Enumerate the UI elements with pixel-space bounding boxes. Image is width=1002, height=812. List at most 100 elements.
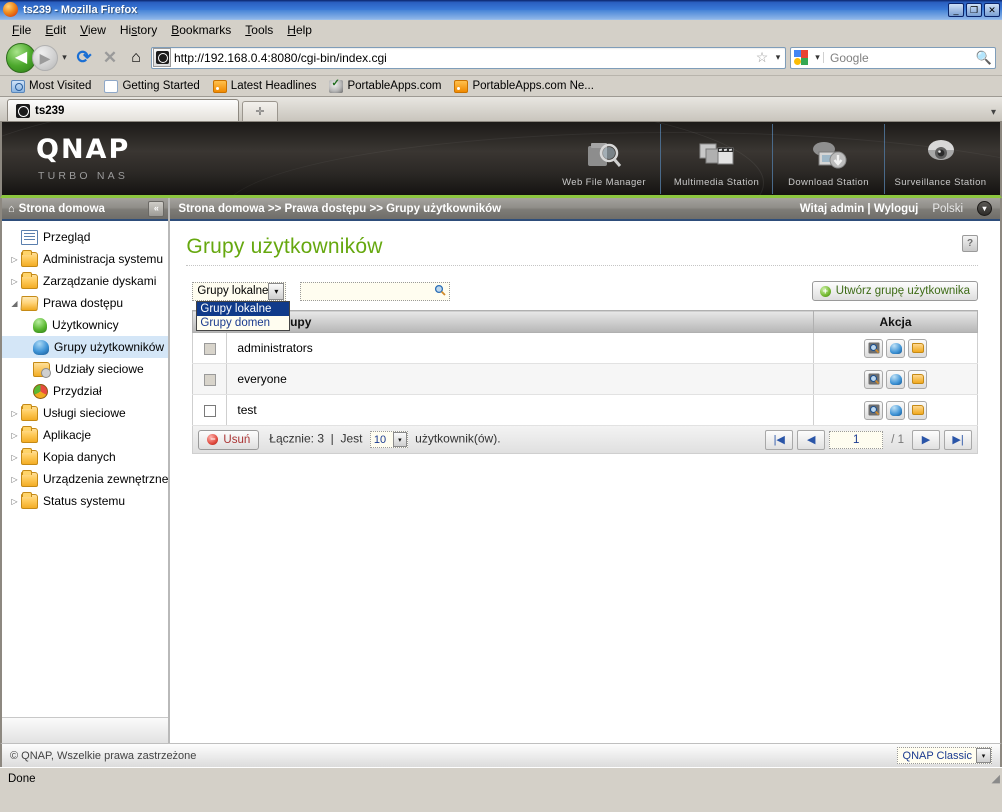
sidebar-item-urzadzenia-zewnetrzne[interactable]: ▷ Urządzenia zewnętrzne xyxy=(2,468,168,490)
menu-item-view[interactable]: View xyxy=(73,21,113,39)
sidebar-item-uslugi-sieciowe[interactable]: ▷ Usługi sieciowe xyxy=(2,402,168,424)
close-button[interactable]: ✕ xyxy=(984,3,1000,17)
row-checkbox[interactable] xyxy=(203,342,216,355)
group-filter-select[interactable]: Grupy lokalne ▾ xyxy=(192,281,287,301)
reload-button[interactable]: ⟳ xyxy=(71,45,97,71)
group-name-header[interactable]: Nazwa grupy xyxy=(226,310,815,333)
sidebar-item-zarzadzanie-dyskami[interactable]: ▷ Zarządzanie dyskami xyxy=(2,270,168,292)
prev-page-button[interactable]: ◀ xyxy=(797,429,826,450)
bookmark-portableapps-news[interactable]: PortableApps.com Ne... xyxy=(449,79,598,94)
chevron-down-icon[interactable]: ▾ xyxy=(392,432,407,447)
search-engine-chevron-icon[interactable]: ▾ xyxy=(812,52,824,63)
station-web-file-manager[interactable]: Web File Manager xyxy=(548,124,660,194)
next-page-button[interactable]: ▶ xyxy=(912,429,941,450)
chevron-down-icon[interactable]: ▾ xyxy=(58,52,71,63)
chevron-right-icon[interactable]: ▷ xyxy=(8,277,21,286)
view-details-icon[interactable] xyxy=(864,338,884,358)
chevron-right-icon[interactable]: ▷ xyxy=(8,431,21,440)
menu-item-bookmarks[interactable]: Bookmarks xyxy=(164,21,238,39)
forward-button[interactable]: ▶ xyxy=(32,44,58,71)
view-details-icon[interactable] xyxy=(864,369,884,389)
chevron-down-icon[interactable]: ◢ xyxy=(8,299,21,308)
row-checkbox[interactable] xyxy=(203,404,216,417)
sidebar-item-status-systemu[interactable]: ▷ Status systemu xyxy=(2,490,168,512)
bookmark-getting-started[interactable]: Getting Started xyxy=(99,79,204,94)
table-row[interactable]: test xyxy=(192,394,979,426)
menu-item-edit[interactable]: Edit xyxy=(38,21,73,39)
chevron-right-icon[interactable]: ▷ xyxy=(8,409,21,418)
google-icon[interactable] xyxy=(793,49,810,66)
delete-button[interactable]: − Usuń xyxy=(198,429,260,450)
chevron-right-icon[interactable]: ▷ xyxy=(8,255,21,264)
search-bar[interactable]: ▾ Google 🔍 xyxy=(790,46,996,69)
maximize-button[interactable]: ❐ xyxy=(966,3,982,17)
edit-share-folder-icon[interactable] xyxy=(908,369,928,389)
new-tab-button[interactable]: ✛ xyxy=(242,101,278,121)
url-input[interactable]: http://192.168.0.4:8080/cgi-bin/index.cg… xyxy=(174,51,753,65)
chevron-right-icon[interactable]: ▷ xyxy=(8,453,21,462)
station-download[interactable]: Download Station xyxy=(772,124,884,194)
row-checkbox-cell[interactable] xyxy=(192,363,228,395)
url-bar[interactable]: http://192.168.0.4:8080/cgi-bin/index.cg… xyxy=(151,46,786,69)
page-size-select[interactable]: 10 ▾ xyxy=(369,431,408,448)
resize-grip-icon[interactable]: ◢ xyxy=(992,772,1000,785)
menu-item-history[interactable]: History xyxy=(113,21,164,39)
sidebar-item-przydzial[interactable]: Przydział xyxy=(2,380,168,402)
chevron-right-icon[interactable]: ▷ xyxy=(8,475,21,484)
menu-item-tools[interactable]: Tools xyxy=(238,21,280,39)
create-group-button[interactable]: + Utwórz grupę użytkownika xyxy=(811,281,979,301)
language-chevron-down-icon[interactable]: ▾ xyxy=(977,201,993,216)
help-button[interactable]: ? xyxy=(962,235,979,252)
sidebar-item-przeglad[interactable]: Przegląd xyxy=(2,226,168,248)
first-page-button[interactable]: |◀ xyxy=(765,429,794,450)
edit-share-folder-icon[interactable] xyxy=(908,400,928,420)
search-field[interactable] xyxy=(300,281,451,301)
sidebar-item-grupy-uzytkownikow[interactable]: Grupy użytkowników xyxy=(2,336,169,358)
menu-item-help[interactable]: Help xyxy=(280,21,319,39)
station-multimedia[interactable]: Multimedia Station xyxy=(660,124,772,194)
stop-button[interactable]: ✕ xyxy=(97,45,123,71)
bookmark-latest-headlines[interactable]: Latest Headlines xyxy=(208,79,322,94)
station-surveillance[interactable]: Surveillance Station xyxy=(884,124,996,194)
chevron-down-icon[interactable]: ▾ xyxy=(268,282,285,300)
chevron-right-icon[interactable]: ▷ xyxy=(8,497,21,506)
row-checkbox-cell[interactable] xyxy=(192,394,228,426)
edit-members-icon[interactable] xyxy=(886,338,906,358)
sidebar-item-prawa-dostepu[interactable]: ◢ Prawa dostępu xyxy=(2,292,168,314)
greeting-logout[interactable]: Witaj admin | Wyloguj xyxy=(800,203,919,215)
view-details-icon[interactable] xyxy=(864,400,884,420)
language-label[interactable]: Polski xyxy=(932,203,963,215)
bookmark-star-icon[interactable]: ☆ xyxy=(753,49,771,66)
edit-members-icon[interactable] xyxy=(886,369,906,389)
skin-select[interactable]: QNAP Classic ▾ xyxy=(896,747,992,764)
last-page-button[interactable]: ▶| xyxy=(944,429,973,450)
table-row[interactable]: everyone xyxy=(192,363,979,395)
row-checkbox-cell[interactable] xyxy=(192,332,228,364)
group-filter-dropdown[interactable]: Grupy lokalne Grupy domen xyxy=(196,300,291,331)
edit-share-folder-icon[interactable] xyxy=(908,338,928,358)
sidebar-item-administracja-systemu[interactable]: ▷ Administracja systemu xyxy=(2,248,168,270)
tab-ts239[interactable]: ts239 xyxy=(7,99,239,121)
row-checkbox[interactable] xyxy=(203,373,216,386)
current-page-input[interactable]: 1 xyxy=(829,430,884,449)
search-magnifier-icon[interactable] xyxy=(433,284,447,299)
home-button[interactable]: ⌂ xyxy=(123,45,149,71)
bookmark-most-visited[interactable]: Most Visited xyxy=(6,79,96,94)
sidebar-item-udzialy-sieciowe[interactable]: Udziały sieciowe xyxy=(2,358,168,380)
menu-item-file[interactable]: File xyxy=(5,21,38,39)
sidebar-item-aplikacje[interactable]: ▷ Aplikacje xyxy=(2,424,168,446)
group-filter-option-domain[interactable]: Grupy domen xyxy=(197,316,289,330)
sidebar-collapse-button[interactable]: « xyxy=(148,200,165,217)
group-filter-option-local[interactable]: Grupy lokalne xyxy=(197,301,290,316)
edit-members-icon[interactable] xyxy=(886,400,906,420)
sidebar-item-uzytkownicy[interactable]: Użytkownicy xyxy=(2,314,168,336)
search-input[interactable]: Google xyxy=(824,51,973,65)
list-all-tabs-icon[interactable]: ▾ xyxy=(991,107,996,118)
table-row[interactable]: administrators xyxy=(192,332,979,364)
minimize-button[interactable]: _ xyxy=(948,3,964,17)
sidebar-item-kopia-danych[interactable]: ▷ Kopia danych xyxy=(2,446,168,468)
chevron-down-icon[interactable]: ▾ xyxy=(976,748,991,763)
url-chevron-down-icon[interactable]: ▾ xyxy=(771,52,785,63)
bookmark-portableapps[interactable]: PortableApps.com xyxy=(324,78,446,94)
search-magnifier-icon[interactable]: 🔍 xyxy=(973,50,995,66)
